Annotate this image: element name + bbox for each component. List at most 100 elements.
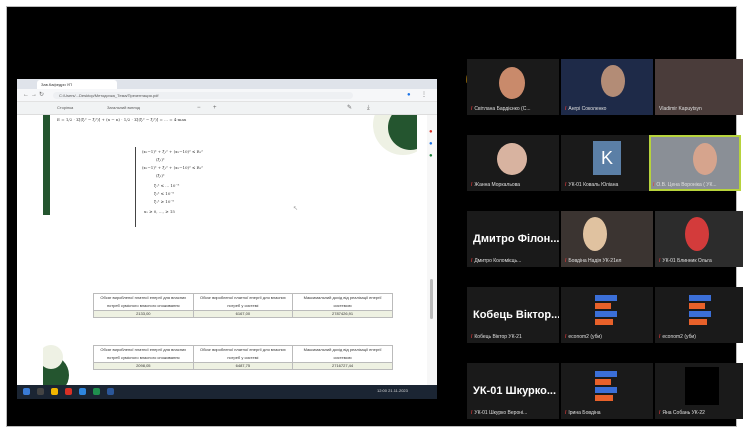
table-header: Обсяг виробленої платної енергії для вла… (93, 345, 194, 363)
url-field[interactable]: C:/Users/...Desktop/Методичка_Тема/Презе… (53, 92, 353, 99)
participant-tile[interactable]: / econom2 (уби) (655, 287, 743, 343)
pdf-document: E = 1/2 · Σ[(ξᵢ² − ξᵢ²)] + (x − n) · 1/2… (43, 115, 417, 399)
equation: (ξ₁)² (156, 157, 165, 162)
pdf-toolbar (17, 102, 437, 115)
table-row: 2098,05 6487,75 2716727,44 (93, 362, 393, 370)
participant-tile[interactable]: / УК-01 Блинник Ольга (655, 211, 743, 267)
profile-icon[interactable]: ● (407, 92, 411, 98)
mic-muted-icon: / (471, 258, 473, 264)
participant-name: / econom2 (уби) (565, 334, 602, 340)
table-header: Максимальний дохід від реалізації енергі… (292, 345, 393, 363)
participant-display-name: УК-01 Шкурко... (473, 385, 557, 397)
participant-video (497, 143, 527, 175)
reload-icon[interactable]: ↻ (39, 92, 44, 98)
folder-icon[interactable] (51, 388, 58, 395)
mic-muted-icon: / (471, 106, 473, 112)
equation-system: (x₁−1)² + ξ₁² + (x₂−10)² ≤ R₁² (ξ₁)² (x₁… (135, 147, 246, 227)
sidebar-app-icon[interactable]: ● (429, 141, 433, 147)
table-row: 2133,00 6167,00 2787426,91 (93, 310, 393, 318)
participant-tile[interactable]: / Бовдіна Надія УК-21ел (561, 211, 653, 267)
forward-icon[interactable]: → (31, 92, 37, 98)
save-icon[interactable]: ⤓ (367, 105, 370, 111)
zoom-icon[interactable] (79, 388, 86, 395)
meeting-window: Зав.Кафедри УП ← → ↻ C:/Users/...Desktop… (6, 6, 743, 427)
table-header: Обсяг виробленої платної енергії для вла… (93, 293, 194, 311)
participant-tile[interactable]: Дмитро Філон... / Дмитро Коломієць... (467, 211, 559, 267)
excel-icon[interactable] (93, 388, 100, 395)
results-table-2: Обсяг виробленої платної енергії для вла… (93, 345, 393, 370)
mic-muted-icon: / (565, 334, 567, 340)
chrome-icon[interactable] (65, 388, 72, 395)
participant-video (693, 143, 717, 175)
participant-tile[interactable]: / Ангрі Соколенко (561, 59, 653, 115)
scrollbar[interactable] (430, 279, 433, 319)
participant-name: / Жанна Моркальова (471, 182, 521, 188)
slide-green-bar (43, 115, 50, 215)
pdf-page-label: Сторінка (57, 105, 74, 110)
table-header-row: Обсяг виробленої платної енергії для вла… (93, 345, 393, 363)
participant-name: / Яна Собань УК-22 (659, 410, 705, 416)
participant-display-name: Кобець Віктор... (473, 309, 559, 321)
zoom-out-icon[interactable]: − (197, 105, 201, 111)
menu-icon[interactable]: ⋮ (421, 92, 427, 98)
table-header: Обсяг виробленої платної енергії для вла… (192, 345, 294, 363)
mic-muted-icon: / (565, 182, 567, 188)
participant-video (685, 367, 719, 405)
participant-name: / Дмитро Коломієць... (471, 258, 522, 264)
word-icon[interactable] (107, 388, 114, 395)
table-header-row: Обсяг виробленої платної енергії для вла… (93, 293, 393, 311)
sidebar-app-icon[interactable]: ● (429, 129, 433, 135)
participant-name: / Ангрі Соколенко (565, 106, 607, 112)
mic-muted-icon: / (659, 410, 661, 416)
back-icon[interactable]: ← (23, 92, 29, 98)
draw-icon[interactable]: ✎ (347, 105, 352, 111)
results-table-1: Обсяг виробленої платної енергії для вла… (93, 293, 393, 318)
table-cell: 2716727,44 (292, 362, 393, 370)
start-icon[interactable] (23, 388, 30, 395)
browser-tab-title: Зав.Кафедри УП (41, 82, 73, 87)
mic-muted-icon: / (565, 106, 567, 112)
mic-muted-icon: / (653, 182, 655, 188)
sidebar-app-icon[interactable]: ● (429, 153, 433, 159)
participant-name: / УК-01 Шкурко Веронi... (471, 410, 528, 416)
participant-tile[interactable]: / Жанна Моркальова (467, 135, 559, 191)
participant-video (601, 65, 625, 97)
system-tray: 12:00 21.11.2023 (377, 388, 408, 393)
mic-muted-icon: / (471, 182, 473, 188)
participant-tile[interactable]: / Яна Собань УК-22 (655, 363, 743, 419)
table-cell: 6487,75 (192, 362, 294, 370)
cursor-icon: ↖ (293, 206, 299, 212)
participant-video (685, 217, 709, 251)
table-header: Обсяг виробленої платної енергії для вла… (192, 293, 294, 311)
participant-tile[interactable]: Vladimir Kapuytsyn (655, 59, 743, 115)
zoom-in-icon[interactable]: + (213, 105, 217, 111)
participant-tile[interactable]: Кобець Віктор... / Кобець Віктор УК-21 (467, 287, 559, 343)
table-cell: 2098,05 (93, 362, 194, 370)
browser-tab[interactable]: Зав.Кафедри УП (37, 80, 117, 89)
participant-video (583, 217, 607, 251)
mic-muted-icon: / (565, 258, 567, 264)
participant-tile[interactable]: УК-01 Шкурко... / УК-01 Шкурко Веронi... (467, 363, 559, 419)
equation: (x₁−1)² + ξ₁² + (x₂−10)² ≤ R₁² (142, 149, 203, 154)
participant-name: / УК-01 Коваль Юлiана (565, 182, 619, 188)
participant-tile[interactable]: / Ірина Бовдіна (561, 363, 653, 419)
mic-muted-icon: / (565, 410, 567, 416)
table-cell: 2787426,91 (292, 310, 393, 318)
participant-tile-speaking[interactable]: / О.В. Цена Вороніка ( УК... (649, 135, 741, 191)
participant-avatar: K (593, 141, 621, 175)
participant-tile[interactable]: K / УК-01 Коваль Юлiана (561, 135, 653, 191)
participant-name: / Світлана Бардієнко (С... (471, 106, 531, 112)
participant-tile[interactable]: / Світлана Бардієнко (С... (467, 59, 559, 115)
econom-logo-icon (595, 371, 617, 401)
mic-muted-icon: / (471, 334, 473, 340)
participant-display-name: Дмитро Філон... (473, 233, 559, 245)
pdf-view-label[interactable]: Загальний вигляд (107, 105, 140, 110)
equation: x₁ ≥ 0, ..., ≥ 15 (144, 209, 175, 214)
equation: (x₁−1)² + ξ₁² + (x₂−10)² ≤ R₂² (142, 165, 203, 170)
participant-tile[interactable]: / econom2 (уби) (561, 287, 653, 343)
equation: (ξ₂)² (156, 173, 165, 178)
search-icon[interactable] (37, 388, 44, 395)
table-cell: 6167,00 (192, 310, 294, 318)
participant-video (499, 67, 525, 99)
clock-time: 12:00 (377, 388, 388, 393)
